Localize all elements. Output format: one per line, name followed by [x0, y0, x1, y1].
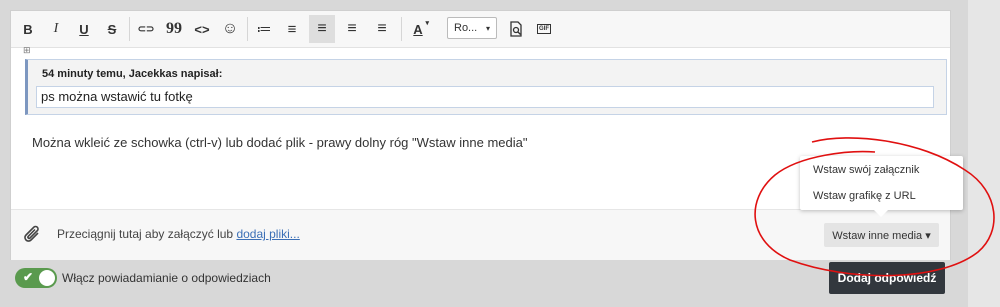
link-button[interactable]: ⊂⊃ — [133, 15, 159, 43]
caret-icon: ▾ — [425, 20, 429, 27]
editor-toolbar: B I U S ⊂⊃ 99 <> ☺ ≔ ≡ ≡ ≡ ≡ A ▾ Ro... ▾… — [11, 11, 950, 48]
quote-header: 54 minuty temu, Jacekkas napisał: — [42, 68, 223, 80]
insert-media-menu: Wstaw swój załącznik Wstaw grafikę z URL — [800, 156, 963, 217]
numbered-list-button[interactable]: ≡ — [279, 15, 305, 43]
underline-button[interactable]: U — [71, 15, 97, 43]
bold-button[interactable]: B — [15, 15, 41, 43]
gif-icon: GIF — [537, 24, 551, 34]
align-center-icon: ≡ — [347, 20, 357, 37]
font-family-value: Ro... — [454, 22, 478, 34]
add-files-link[interactable]: dodaj pliki... — [236, 227, 299, 241]
link-icon: ⊂⊃ — [137, 23, 155, 35]
quote-icon: 99 — [166, 20, 182, 37]
align-left-button[interactable]: ≡ — [309, 15, 335, 43]
bulleted-list-button[interactable]: ≔ — [251, 15, 277, 43]
attachment-prompt: Przeciągnij tutaj aby załączyć lub dodaj… — [57, 227, 300, 241]
attachment-prompt-text: Przeciągnij tutaj aby załączyć lub — [57, 227, 234, 241]
align-left-icon: ≡ — [317, 20, 327, 37]
emoji-button[interactable]: ☺ — [217, 15, 243, 43]
numbered-list-icon: ≡ — [287, 20, 297, 38]
toolbar-divider — [129, 17, 130, 41]
strikethrough-button[interactable]: S — [99, 15, 125, 43]
add-reply-button[interactable]: Dodaj odpowiedź — [829, 262, 945, 294]
preview-button[interactable] — [503, 15, 529, 43]
italic-button[interactable]: I — [43, 15, 69, 43]
panel-notch — [0, 28, 10, 44]
align-right-icon: ≡ — [377, 20, 387, 37]
toolbar-divider — [401, 17, 402, 41]
smiley-icon: ☺ — [221, 20, 239, 37]
menu-pointer — [874, 210, 888, 217]
quote-body[interactable]: ps można wstawić tu fotkę — [36, 86, 934, 108]
paperclip-icon — [24, 225, 39, 242]
notify-toggle[interactable]: ✔ — [15, 268, 57, 288]
move-handle-icon[interactable]: ⊞ — [23, 45, 31, 56]
insert-media-button[interactable]: Wstaw inne media ▾ — [824, 223, 939, 247]
font-color-button[interactable]: A ▾ — [405, 15, 431, 43]
font-family-select[interactable]: Ro... ▾ — [447, 17, 497, 39]
bulleted-list-icon: ≔ — [256, 21, 272, 38]
align-right-button[interactable]: ≡ — [369, 15, 395, 43]
quote-button[interactable]: 99 — [161, 15, 187, 43]
notify-label: Włącz powiadamianie o odpowiedziach — [62, 271, 271, 285]
align-center-button[interactable]: ≡ — [339, 15, 365, 43]
quote-block: 54 minuty temu, Jacekkas napisał: ps moż… — [25, 59, 947, 115]
rich-text-editor[interactable]: B I U S ⊂⊃ 99 <> ☺ ≔ ≡ ≡ ≡ ≡ A ▾ Ro... ▾… — [10, 10, 951, 260]
message-text[interactable]: Można wkleić ze schowka (ctrl-v) lub dod… — [32, 135, 527, 150]
chevron-down-icon: ▾ — [485, 24, 490, 33]
toggle-knob — [39, 270, 55, 286]
code-button[interactable]: <> — [189, 15, 215, 43]
gif-button[interactable]: GIF — [531, 15, 557, 43]
checkmark-icon: ✔ — [23, 270, 34, 284]
font-color-icon: A — [413, 21, 423, 37]
menu-item-insert-attachment[interactable]: Wstaw swój załącznik — [813, 164, 919, 176]
attachment-dropzone[interactable]: Przeciągnij tutaj aby załączyć lub dodaj… — [11, 209, 950, 260]
preview-icon — [510, 21, 522, 37]
toolbar-divider — [247, 17, 248, 41]
code-icon: <> — [194, 21, 210, 37]
menu-item-insert-image-url[interactable]: Wstaw grafikę z URL — [813, 190, 916, 202]
